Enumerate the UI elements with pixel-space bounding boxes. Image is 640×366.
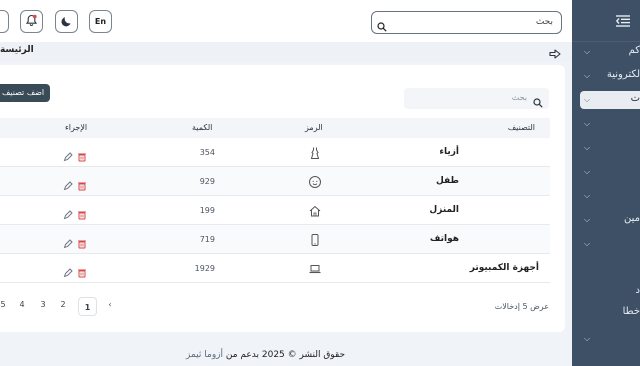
chevron-down-icon: ⌵ bbox=[584, 71, 591, 80]
entries-info: عرض 5 إدخالات bbox=[494, 302, 549, 311]
sidebar-item-errors[interactable]: خطا bbox=[572, 304, 640, 322]
column-header-icon: الرمز bbox=[305, 123, 323, 132]
sidebar: ⌵ كم ⌵ لكترونية ⌵ ت ⌵ ⌵ ⌵ ⌵ ⌵ مين ⌵ د خطا ⌵ bbox=[572, 0, 640, 366]
category-quantity: 719 bbox=[199, 235, 215, 244]
row-actions bbox=[63, 205, 87, 224]
table-row: المنزل 199 bbox=[0, 196, 550, 225]
search-icon bbox=[377, 17, 387, 36]
sidebar-item[interactable]: ⌵ bbox=[572, 235, 640, 253]
fullscreen-button[interactable] bbox=[0, 10, 9, 33]
chevron-down-icon: ⌵ bbox=[584, 143, 591, 152]
sidebar-item[interactable]: ⌵ bbox=[572, 139, 640, 157]
sidebar-item[interactable]: ⌵ bbox=[572, 163, 640, 181]
table-row: أزياء 354 bbox=[0, 138, 550, 167]
table-row: طفل 929 bbox=[0, 167, 550, 196]
delete-icon[interactable] bbox=[77, 176, 87, 195]
category-name: أجهزة الكمبيوتر bbox=[469, 263, 539, 273]
edit-icon[interactable] bbox=[63, 176, 73, 195]
table-search-input[interactable]: بحث bbox=[404, 88, 549, 109]
home-icon bbox=[308, 203, 322, 222]
sidebar-item-ecommerce[interactable]: ⌵ لكترونية bbox=[572, 67, 640, 85]
sidebar-item[interactable]: ⌵ bbox=[572, 115, 640, 133]
chevron-down-icon: ⌵ bbox=[584, 191, 591, 200]
sidebar-header bbox=[572, 0, 640, 42]
delete-icon[interactable] bbox=[77, 234, 87, 253]
laptop-icon bbox=[308, 261, 322, 280]
sidebar-item[interactable]: ⌵ bbox=[572, 330, 640, 348]
row-actions bbox=[63, 263, 87, 282]
chevron-down-icon: ⌵ bbox=[584, 334, 591, 343]
category-quantity: 929 bbox=[199, 177, 215, 186]
row-actions bbox=[63, 176, 87, 195]
delete-icon[interactable] bbox=[77, 205, 87, 224]
chevron-down-icon: ⌵ bbox=[584, 119, 591, 128]
page-5[interactable]: 5 bbox=[0, 300, 10, 309]
edit-icon[interactable] bbox=[63, 263, 73, 282]
chevron-down-icon: ⌵ bbox=[584, 167, 591, 176]
menu-toggle-icon[interactable] bbox=[616, 14, 630, 27]
brand-link[interactable]: أزوما ثيمز bbox=[186, 350, 223, 360]
row-actions bbox=[63, 147, 87, 166]
category-name: طفل bbox=[436, 176, 459, 186]
baby-face-icon bbox=[308, 174, 322, 193]
category-quantity: 354 bbox=[199, 148, 215, 157]
chevron-down-icon: ⌵ bbox=[584, 47, 591, 56]
table-row: أجهزة الكمبيوتر 1929 bbox=[0, 254, 550, 283]
bell-icon bbox=[25, 12, 38, 31]
sidebar-item-dashboard[interactable]: ⌵ كم bbox=[572, 43, 640, 61]
edit-icon[interactable] bbox=[63, 234, 73, 253]
moon-icon bbox=[61, 12, 73, 31]
breadcrumb: الرئيسة bbox=[0, 42, 572, 62]
column-header-action: الإجراء bbox=[65, 123, 88, 132]
arrow-right-icon[interactable] bbox=[549, 45, 561, 64]
page-title: الرئيسة bbox=[0, 45, 34, 55]
delete-icon[interactable] bbox=[77, 263, 87, 282]
category-quantity: 199 bbox=[199, 206, 215, 215]
table-row: هواتف 719 bbox=[0, 225, 550, 254]
search-input[interactable]: بحث bbox=[371, 11, 562, 34]
sidebar-item[interactable]: د bbox=[572, 283, 640, 301]
column-header-category: التصنيف bbox=[507, 123, 535, 132]
page-4[interactable]: 4 bbox=[15, 300, 29, 309]
sidebar-item[interactable]: ⌵ bbox=[572, 187, 640, 205]
chevron-down-icon: ⌵ bbox=[584, 215, 591, 224]
delete-icon[interactable] bbox=[77, 147, 87, 166]
page-2[interactable]: 2 bbox=[56, 300, 70, 309]
footer: حقوق النشر © 2025 بدعم من أزوما ثيمز bbox=[186, 350, 345, 360]
search-icon bbox=[533, 93, 543, 112]
page-3[interactable]: 3 bbox=[36, 300, 50, 309]
chevron-down-icon: ⌵ bbox=[584, 95, 591, 104]
category-name: المنزل bbox=[429, 205, 459, 215]
chevron-down-icon: ⌵ bbox=[584, 239, 591, 248]
phone-icon bbox=[308, 232, 322, 251]
row-actions bbox=[63, 234, 87, 253]
edit-icon[interactable] bbox=[63, 205, 73, 224]
sidebar-item-categories[interactable]: ⌵ ت bbox=[580, 91, 640, 109]
add-category-button[interactable]: اضف تصنيف bbox=[0, 84, 50, 102]
dark-mode-button[interactable] bbox=[55, 10, 78, 33]
page-1[interactable]: 1 bbox=[78, 297, 97, 316]
copyright-text: حقوق النشر © 2025 بدعم من bbox=[225, 350, 346, 360]
category-name: هواتف bbox=[429, 234, 459, 244]
edit-icon[interactable] bbox=[63, 147, 73, 166]
notifications-button[interactable] bbox=[20, 10, 43, 33]
sidebar-item-users[interactable]: ⌵ مين bbox=[572, 211, 640, 229]
column-header-quantity: الكمية bbox=[192, 123, 213, 132]
category-quantity: 1929 bbox=[194, 264, 215, 273]
top-header: بحث En bbox=[0, 0, 572, 42]
dress-icon bbox=[308, 145, 322, 164]
category-name: أزياء bbox=[439, 147, 459, 157]
prev-page-icon[interactable]: ‹ bbox=[103, 300, 117, 309]
language-button[interactable]: En bbox=[89, 10, 112, 33]
